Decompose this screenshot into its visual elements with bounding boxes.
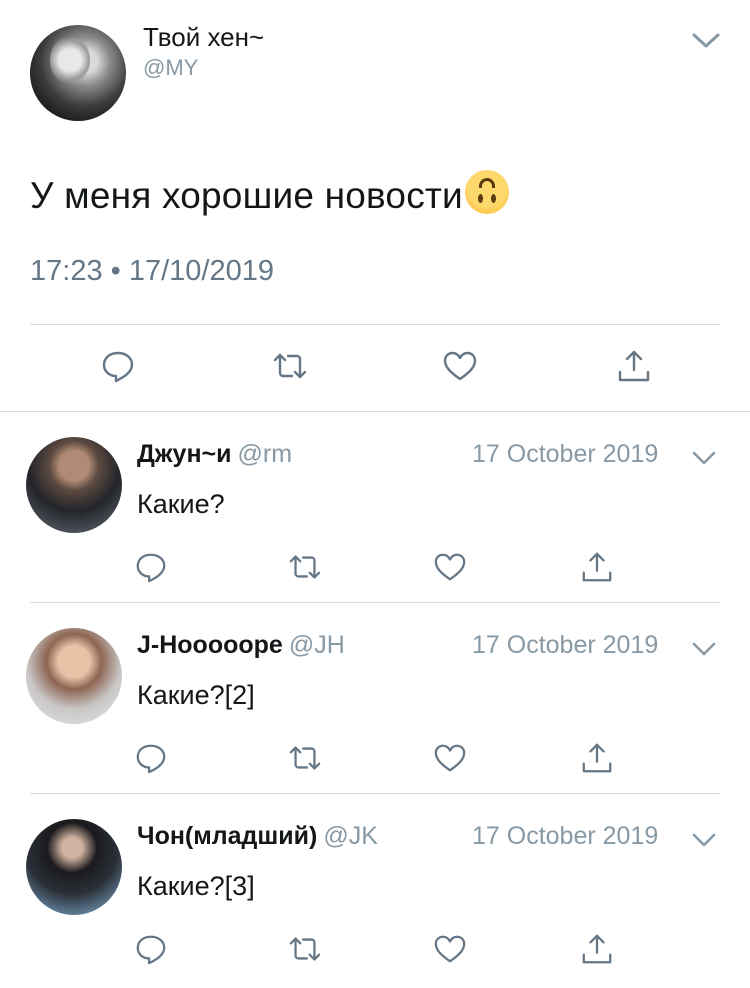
retweet-icon[interactable] bbox=[288, 741, 324, 777]
chevron-down-icon[interactable] bbox=[690, 639, 718, 659]
reply-icon[interactable] bbox=[134, 932, 170, 968]
avatar[interactable] bbox=[30, 25, 126, 121]
reply-text: Какие?[2] bbox=[137, 680, 255, 710]
chevron-down-icon[interactable] bbox=[690, 28, 722, 52]
avatar[interactable] bbox=[26, 819, 122, 915]
reply-icon[interactable] bbox=[134, 550, 170, 586]
author-handle[interactable]: @MY bbox=[143, 55, 198, 81]
chevron-down-icon[interactable] bbox=[690, 830, 718, 850]
reply-date: 17 October 2019 bbox=[472, 822, 659, 850]
author-name[interactable]: J-Hooooope bbox=[137, 631, 283, 659]
reply-actions bbox=[0, 741, 750, 781]
like-icon[interactable] bbox=[433, 550, 469, 586]
share-icon[interactable] bbox=[580, 932, 616, 968]
reply-date: 17 October 2019 bbox=[472, 631, 659, 659]
tweet-actions bbox=[0, 348, 750, 392]
reply-author: Чон(младший) @JK bbox=[137, 822, 378, 851]
author-name[interactable]: Твой хен~ bbox=[143, 22, 264, 53]
retweet-icon[interactable] bbox=[288, 932, 324, 968]
avatar[interactable] bbox=[26, 628, 122, 724]
reply-text: Какие? bbox=[137, 489, 225, 519]
tweet-timestamp: 17:23 • 17/10/2019 bbox=[30, 255, 274, 287]
main-tweet: Твой хен~ @MY У меня хорошие новости 17:… bbox=[0, 0, 750, 412]
share-icon[interactable] bbox=[580, 741, 616, 777]
reply-author: J-Hooooope @JH bbox=[137, 631, 345, 660]
author-handle[interactable]: @JH bbox=[289, 631, 345, 659]
author-handle[interactable]: @JK bbox=[323, 822, 378, 850]
reply-tweet[interactable]: J-Hooooope @JH 17 October 2019 Какие?[2] bbox=[0, 603, 750, 794]
author-handle[interactable]: @rm bbox=[238, 440, 293, 468]
reply-icon[interactable] bbox=[134, 741, 170, 777]
reply-actions bbox=[0, 932, 750, 972]
share-icon[interactable] bbox=[616, 348, 652, 384]
like-icon[interactable] bbox=[442, 348, 478, 384]
reply-icon[interactable] bbox=[100, 348, 136, 384]
upside-down-face-icon bbox=[464, 170, 509, 214]
retweet-icon[interactable] bbox=[288, 550, 324, 586]
reply-actions bbox=[0, 550, 750, 590]
like-icon[interactable] bbox=[433, 741, 469, 777]
chevron-down-icon[interactable] bbox=[690, 448, 718, 468]
avatar[interactable] bbox=[26, 437, 122, 533]
author-name[interactable]: Джун~и bbox=[137, 440, 232, 468]
share-icon[interactable] bbox=[580, 550, 616, 586]
tweet-text-content: У меня хорошие новости bbox=[30, 175, 463, 216]
tweet-text: У меня хорошие новости bbox=[30, 170, 509, 217]
like-icon[interactable] bbox=[433, 932, 469, 968]
reply-tweet[interactable]: Джун~и @rm 17 October 2019 Какие? bbox=[0, 412, 750, 603]
retweet-icon[interactable] bbox=[272, 348, 308, 384]
reply-date: 17 October 2019 bbox=[472, 440, 659, 468]
divider bbox=[30, 324, 720, 325]
author-name[interactable]: Чон(младший) bbox=[137, 822, 317, 850]
reply-author: Джун~и @rm bbox=[137, 440, 292, 469]
reply-text: Какие?[3] bbox=[137, 871, 255, 901]
reply-tweet[interactable]: Чон(младший) @JK 17 October 2019 Какие?[3… bbox=[0, 794, 750, 984]
